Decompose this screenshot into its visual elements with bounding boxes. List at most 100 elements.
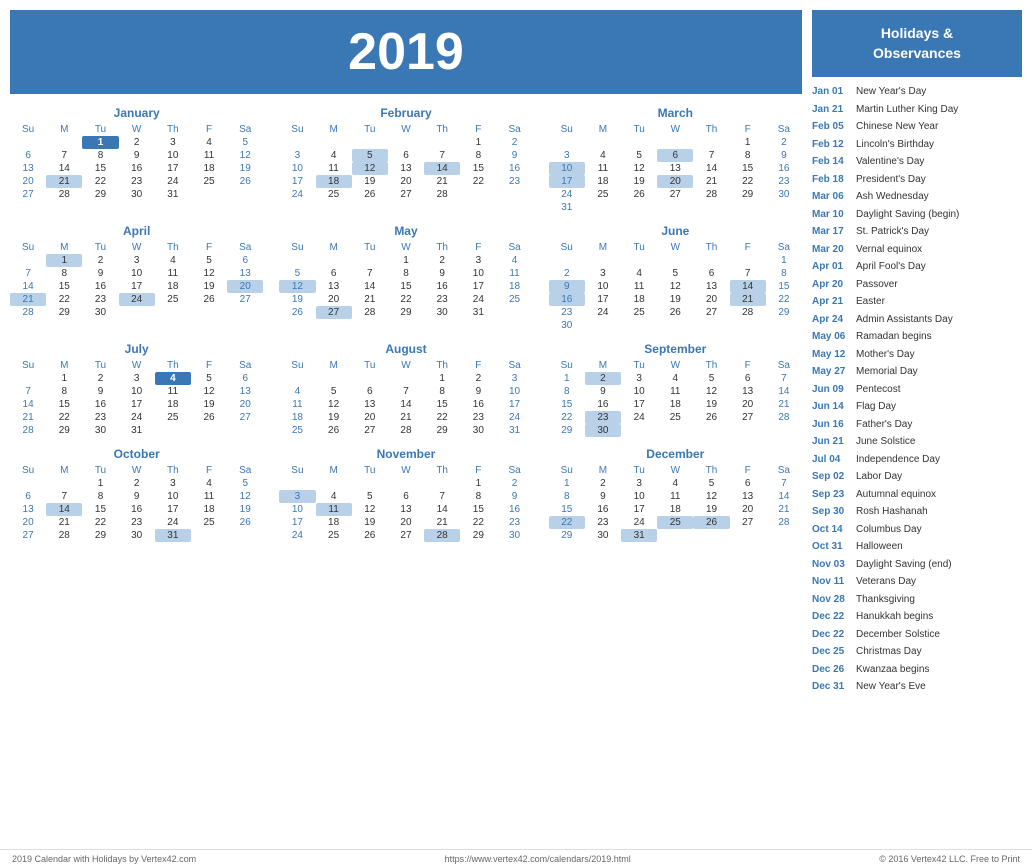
day-header: Tu bbox=[621, 359, 657, 372]
month-table: SuMTuWThFSa12345678910111213141516171819… bbox=[279, 359, 532, 437]
calendar-day: 15 bbox=[730, 162, 766, 175]
calendar-day: 20 bbox=[388, 175, 424, 188]
calendar-day bbox=[585, 201, 621, 214]
calendar-day: 24 bbox=[279, 529, 315, 542]
calendar-day: 20 bbox=[227, 398, 263, 411]
day-header: W bbox=[388, 464, 424, 477]
calendar-day bbox=[766, 529, 802, 542]
calendar-day: 26 bbox=[316, 424, 352, 437]
calendar-day: 5 bbox=[693, 477, 729, 490]
calendar-day: 2 bbox=[460, 372, 496, 385]
holiday-name: President's Day bbox=[856, 172, 926, 188]
calendar-day: 2 bbox=[766, 136, 802, 149]
holiday-item: Dec 31New Year's Eve bbox=[812, 678, 1022, 696]
calendar-day: 22 bbox=[460, 175, 496, 188]
calendar-day bbox=[46, 477, 82, 490]
calendar-day: 1 bbox=[424, 372, 460, 385]
calendar-day: 3 bbox=[585, 267, 621, 280]
calendar-day: 18 bbox=[621, 293, 657, 306]
calendar-day: 19 bbox=[693, 503, 729, 516]
calendar-day: 23 bbox=[460, 411, 496, 424]
calendar-day: 18 bbox=[191, 162, 227, 175]
calendar-day bbox=[766, 319, 802, 332]
calendar-day bbox=[388, 477, 424, 490]
day-header: W bbox=[388, 241, 424, 254]
calendar-day: 23 bbox=[496, 175, 532, 188]
calendar-day: 30 bbox=[119, 529, 155, 542]
calendar-day: 29 bbox=[730, 188, 766, 201]
calendar-day: 11 bbox=[191, 149, 227, 162]
month-table: SuMTuWThFSa12345678910111213141516171819… bbox=[549, 241, 802, 332]
calendar-day: 14 bbox=[46, 503, 82, 516]
calendar-day: 16 bbox=[585, 503, 621, 516]
day-header: M bbox=[585, 359, 621, 372]
calendar-day: 12 bbox=[352, 503, 388, 516]
calendar-day: 20 bbox=[693, 293, 729, 306]
calendar-day: 8 bbox=[82, 490, 118, 503]
calendar-day bbox=[585, 136, 621, 149]
day-header: Su bbox=[10, 359, 46, 372]
month-title: November bbox=[279, 447, 532, 461]
calendar-day: 28 bbox=[388, 424, 424, 437]
calendar-day bbox=[316, 372, 352, 385]
month-table: SuMTuWThFSa12345678910111213141516171819… bbox=[549, 123, 802, 214]
holiday-name: Passover bbox=[856, 277, 898, 293]
calendar-day bbox=[155, 306, 191, 319]
calendar-day: 24 bbox=[621, 516, 657, 529]
calendar-day: 28 bbox=[46, 529, 82, 542]
calendar-day: 7 bbox=[424, 149, 460, 162]
holiday-name: June Solstice bbox=[856, 434, 915, 450]
calendar-day: 25 bbox=[621, 306, 657, 319]
holiday-item: Feb 12Lincoln's Birthday bbox=[812, 136, 1022, 154]
day-header: Tu bbox=[82, 241, 118, 254]
month-block-february: FebruarySuMTuWThFSa123456789101112131415… bbox=[279, 106, 532, 214]
calendar-day: 14 bbox=[388, 398, 424, 411]
calendar-day: 21 bbox=[693, 175, 729, 188]
holiday-date: Oct 31 bbox=[812, 539, 850, 555]
day-header: Sa bbox=[227, 123, 263, 136]
day-header: W bbox=[657, 123, 693, 136]
calendar-day: 19 bbox=[191, 398, 227, 411]
calendar-day: 8 bbox=[82, 149, 118, 162]
calendar-day: 1 bbox=[460, 136, 496, 149]
calendar-day: 5 bbox=[352, 490, 388, 503]
calendar-day: 29 bbox=[424, 424, 460, 437]
calendar-day: 4 bbox=[316, 149, 352, 162]
day-header: Su bbox=[279, 464, 315, 477]
calendar-day: 4 bbox=[621, 267, 657, 280]
calendar-day: 6 bbox=[730, 477, 766, 490]
calendar-day: 20 bbox=[10, 516, 46, 529]
calendar-day: 11 bbox=[621, 280, 657, 293]
calendar-day: 23 bbox=[82, 411, 118, 424]
calendar-day: 11 bbox=[496, 267, 532, 280]
calendar-day: 13 bbox=[10, 503, 46, 516]
calendar-day: 8 bbox=[46, 267, 82, 280]
calendar-day: 28 bbox=[693, 188, 729, 201]
holiday-item: Mar 06Ash Wednesday bbox=[812, 188, 1022, 206]
calendar-day: 25 bbox=[316, 529, 352, 542]
month-block-august: AugustSuMTuWThFSa12345678910111213141516… bbox=[279, 342, 532, 437]
calendar-day: 30 bbox=[585, 424, 621, 437]
calendar-day bbox=[730, 529, 766, 542]
calendar-day: 13 bbox=[227, 385, 263, 398]
holiday-date: May 27 bbox=[812, 364, 850, 380]
calendar-day: 30 bbox=[496, 529, 532, 542]
calendar-day: 12 bbox=[352, 162, 388, 175]
calendar-day: 8 bbox=[730, 149, 766, 162]
calendar-day: 13 bbox=[227, 267, 263, 280]
day-header: W bbox=[657, 359, 693, 372]
holiday-date: Dec 25 bbox=[812, 644, 850, 660]
calendar-day: 1 bbox=[730, 136, 766, 149]
calendar-day: 11 bbox=[657, 490, 693, 503]
calendar-day: 27 bbox=[657, 188, 693, 201]
holiday-item: Mar 10Daylight Saving (begin) bbox=[812, 206, 1022, 224]
calendar-day: 14 bbox=[766, 490, 802, 503]
calendar-day bbox=[10, 136, 46, 149]
footer-left: 2019 Calendar with Holidays by Vertex42.… bbox=[12, 854, 196, 864]
calendar-day: 27 bbox=[693, 306, 729, 319]
holiday-date: Jun 16 bbox=[812, 417, 850, 433]
calendar-day: 8 bbox=[766, 267, 802, 280]
calendar-day: 2 bbox=[496, 477, 532, 490]
month-block-october: OctoberSuMTuWThFSa1234567891011121314151… bbox=[10, 447, 263, 542]
calendar-day: 6 bbox=[657, 149, 693, 162]
